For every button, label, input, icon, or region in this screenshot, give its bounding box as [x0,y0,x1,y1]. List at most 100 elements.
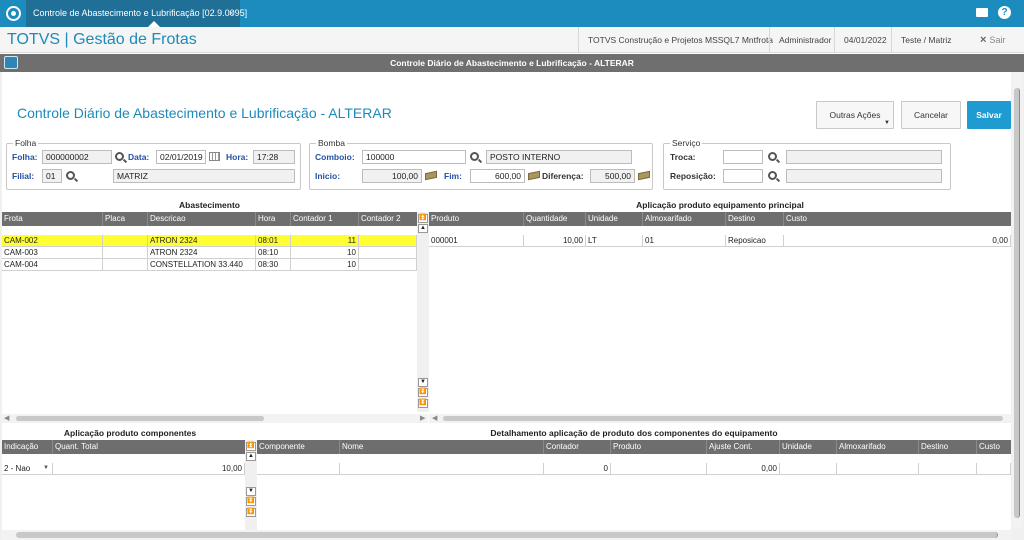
nav-bottom-button[interactable]: ⏬ [246,497,256,506]
mail-icon[interactable] [976,8,988,17]
tab-close-icon[interactable]: × [229,0,234,27]
column-header[interactable]: Frota [2,212,103,226]
tab-controle-abastecimento[interactable]: Controle de Abastecimento e Lubrificação… [26,0,247,27]
nav-last-button[interactable]: ⏬ [246,508,256,517]
column-header[interactable]: Unidade [586,212,643,226]
nav-bottom-button[interactable]: ⏬ [418,388,428,397]
folha-label: Folha: [12,152,38,162]
nav-top-button[interactable]: ⏫ [418,214,428,223]
window-icon [4,56,18,69]
table-row[interactable]: CAM-002 ATRON 2324 08:01 11 [2,235,417,247]
cell: 10,00 [524,235,586,247]
table-row[interactable]: CAM-004 CONSTELLATION 33.440 08:30 10 [2,259,417,271]
column-header[interactable]: Quantidade [524,212,586,226]
column-header[interactable]: Componente [257,440,340,454]
column-header[interactable]: Hora [256,212,291,226]
detalhamento-header: Componente Nome Contador Produto Ajuste … [257,440,1011,454]
filial-search-icon[interactable] [66,171,75,180]
nav-up-button[interactable]: ▲ [246,452,256,461]
data-label: Data: [128,152,150,162]
reposicao-label: Reposição: [670,171,716,181]
table-row[interactable]: 000001 10,00 LT 01 Reposicao 0,00 [429,235,1011,247]
column-header[interactable]: Contador [544,440,611,454]
column-header[interactable]: Placa [103,212,148,226]
column-header[interactable]: Unidade [780,440,837,454]
company-info[interactable]: TOTVS Construção e Projetos MSSQL7 Mntfr… [578,27,773,53]
cell [837,463,919,475]
comboio-field[interactable]: 100000 [362,150,466,164]
exit-button[interactable]: × Sair [980,27,1005,53]
reposicao-search-icon[interactable] [768,171,777,180]
column-header[interactable]: Indicação [2,440,53,454]
save-button[interactable]: Salvar [967,101,1011,129]
chevron-down-icon: ▼ [43,465,49,471]
nav-up-button[interactable]: ▲ [418,224,428,233]
tab-title: Controle de Abastecimento e Lubrificação… [33,8,248,18]
money-icon[interactable] [638,170,650,181]
bomba-group: Bomba Comboio: 100000 POSTO INTERNO Inic… [309,138,653,190]
column-header[interactable]: Nome [340,440,544,454]
column-header[interactable]: Contador 2 [359,212,417,226]
help-icon[interactable]: ? [998,6,1011,19]
column-header[interactable]: Destino [919,440,977,454]
window-hscroll[interactable] [2,530,1012,540]
cell [359,247,417,259]
fim-field[interactable]: 600,00 [470,169,525,183]
column-header[interactable]: Almoxarifado [643,212,726,226]
cell: 0 [544,463,611,475]
troca-field[interactable] [723,150,763,164]
column-header[interactable]: Destino [726,212,784,226]
cell: 0,00 [784,235,1011,247]
column-header[interactable]: Descricao [148,212,256,226]
nav-down-button[interactable]: ▼ [418,378,428,387]
column-header[interactable]: Ajuste Cont. [707,440,780,454]
nav-top-button[interactable]: ⏫ [246,442,256,451]
aplicacao-principal-hscroll[interactable]: ◀ [429,414,1011,423]
comboio-search-icon[interactable] [470,152,479,161]
column-header[interactable]: Contador 1 [291,212,359,226]
folha-group-label: Folha [13,138,39,148]
scroll-left-icon[interactable]: ◀ [4,414,9,423]
column-header[interactable]: Custo [977,440,1011,454]
table-row[interactable]: CAM-003 ATRON 2324 08:10 10 [2,247,417,259]
cell: Reposicao [726,235,784,247]
servico-group-label: Serviço [670,138,703,148]
folha-search-icon[interactable] [115,152,124,161]
totvs-logo-icon[interactable] [6,6,21,21]
table-row[interactable]: 2 - Nao ▼ 10,00 [2,463,245,475]
scroll-thumb[interactable] [443,416,1003,421]
cancel-button[interactable]: Cancelar [901,101,961,129]
indicacao-select[interactable]: 2 - Nao ▼ [2,463,53,475]
money-icon[interactable] [528,170,540,181]
window-vscroll[interactable] [1012,72,1022,528]
abastecimento-hscroll[interactable]: ◀ ▶ [2,414,428,423]
cell [919,463,977,475]
scroll-right-icon[interactable]: ▶ [420,414,425,423]
column-header[interactable]: Almoxarifado [837,440,919,454]
filial-field[interactable]: 01 [42,169,62,183]
cell: 08:10 [256,247,291,259]
scroll-thumb[interactable] [1014,88,1020,518]
date-info[interactable]: 04/01/2022 [834,27,887,53]
troca-search-icon[interactable] [768,152,777,161]
nav-last-button[interactable]: ⏬ [418,399,428,408]
scroll-thumb[interactable] [16,532,998,538]
column-header[interactable]: Produto [611,440,707,454]
inicio-field[interactable]: 100,00 [362,169,422,183]
reposicao-field[interactable] [723,169,763,183]
data-field[interactable]: 02/01/2019 [156,150,206,164]
outras-acoes-button[interactable]: Outras Ações ▼ [816,101,894,129]
branch-info[interactable]: Teste / Matriz [891,27,952,53]
money-icon[interactable] [425,170,437,181]
column-header[interactable]: Quant. Total [53,440,245,454]
scroll-thumb[interactable] [16,416,264,421]
nav-down-button[interactable]: ▼ [246,487,256,496]
user-info[interactable]: Administrador [769,27,831,53]
calendar-icon[interactable] [209,152,220,161]
hora-field[interactable]: 17:28 [253,150,295,164]
table-row[interactable]: 0 0,00 [257,463,1011,475]
column-header[interactable]: Custo [784,212,1011,226]
column-header[interactable]: Produto [429,212,524,226]
folha-field[interactable]: 000000002 [42,150,112,164]
scroll-left-icon[interactable]: ◀ [432,414,437,423]
